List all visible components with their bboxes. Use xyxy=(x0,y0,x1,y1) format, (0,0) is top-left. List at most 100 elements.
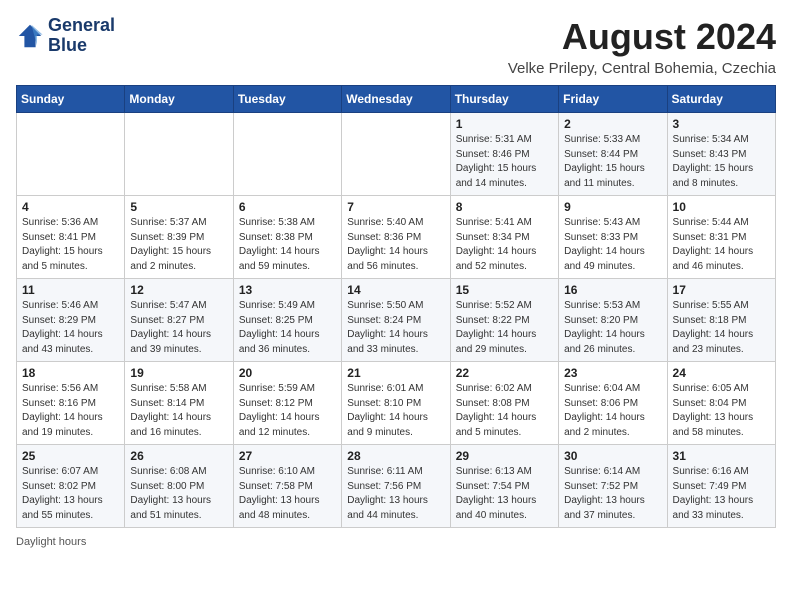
day-info: Sunrise: 5:56 AM Sunset: 8:16 PM Dayligh… xyxy=(22,382,119,440)
day-info: Sunrise: 5:40 AM Sunset: 8:36 PM Dayligh… xyxy=(347,216,444,274)
week-row-5: 25 Sunrise: 6:07 AM Sunset: 8:02 PM Dayli… xyxy=(17,445,776,528)
day-number: 30 xyxy=(564,449,661,463)
day-number: 12 xyxy=(130,283,227,297)
main-title: August 2024 xyxy=(508,16,776,58)
day-info: Sunrise: 5:38 AM Sunset: 8:38 PM Dayligh… xyxy=(239,216,336,274)
cell-week1-day1 xyxy=(17,113,125,196)
day-number: 11 xyxy=(22,283,119,297)
day-number: 7 xyxy=(347,200,444,214)
day-number: 15 xyxy=(456,283,553,297)
cell-week2-day6: 9Sunrise: 5:43 AM Sunset: 8:33 PM Daylig… xyxy=(559,196,667,279)
day-number: 22 xyxy=(456,366,553,380)
cell-week5-day2: 26 Sunrise: 6:08 AM Sunset: 8:00 PM Dayli… xyxy=(125,445,233,528)
day-info: Sunrise: 5:59 AM Sunset: 8:12 PM Dayligh… xyxy=(239,382,336,440)
header-wednesday: Wednesday xyxy=(342,86,450,113)
day-info: Sunrise: 6:07 AM Sunset: 8:02 PM Dayligh… xyxy=(22,465,119,523)
week-row-1: 1Sunrise: 5:31 AM Sunset: 8:46 PM Daylig… xyxy=(17,113,776,196)
day-info: Sunrise: 6:08 AM Sunset: 8:00 PM Dayligh… xyxy=(130,465,227,523)
header-tuesday: Tuesday xyxy=(233,86,341,113)
day-info: Sunrise: 5:43 AM Sunset: 8:33 PM Dayligh… xyxy=(564,216,661,274)
day-info: Sunrise: 6:02 AM Sunset: 8:08 PM Dayligh… xyxy=(456,382,553,440)
cell-week2-day4: 7 Sunrise: 5:40 AM Sunset: 8:36 PM Daylig… xyxy=(342,196,450,279)
logo-text: General Blue xyxy=(48,16,115,56)
week-row-2: 4Sunrise: 5:36 AM Sunset: 8:41 PM Daylig… xyxy=(17,196,776,279)
title-block: August 2024 Velke Prilepy, Central Bohem… xyxy=(508,16,776,77)
day-number: 8 xyxy=(456,200,553,214)
day-number: 10 xyxy=(673,200,770,214)
day-info: Sunrise: 6:14 AM Sunset: 7:52 PM Dayligh… xyxy=(564,465,661,523)
day-info: Sunrise: 6:01 AM Sunset: 8:10 PM Dayligh… xyxy=(347,382,444,440)
day-number: 27 xyxy=(239,449,336,463)
day-number: 31 xyxy=(673,449,770,463)
header-friday: Friday xyxy=(559,86,667,113)
day-info: Sunrise: 5:33 AM Sunset: 8:44 PM Dayligh… xyxy=(564,133,661,191)
day-number: 6 xyxy=(239,200,336,214)
cell-week3-day7: 17Sunrise: 5:55 AM Sunset: 8:18 PM Dayli… xyxy=(667,279,775,362)
cell-week5-day4: 28 Sunrise: 6:11 AM Sunset: 7:56 PM Dayli… xyxy=(342,445,450,528)
cell-week1-day4 xyxy=(342,113,450,196)
cell-week1-day6: 2Sunrise: 5:33 AM Sunset: 8:44 PM Daylig… xyxy=(559,113,667,196)
day-number: 24 xyxy=(673,366,770,380)
cell-week2-day3: 6 Sunrise: 5:38 AM Sunset: 8:38 PM Daylig… xyxy=(233,196,341,279)
header-monday: Monday xyxy=(125,86,233,113)
day-info: Sunrise: 6:04 AM Sunset: 8:06 PM Dayligh… xyxy=(564,382,661,440)
day-info: Sunrise: 5:41 AM Sunset: 8:34 PM Dayligh… xyxy=(456,216,553,274)
day-number: 28 xyxy=(347,449,444,463)
day-info: Sunrise: 5:52 AM Sunset: 8:22 PM Dayligh… xyxy=(456,299,553,357)
day-info: Sunrise: 5:44 AM Sunset: 8:31 PM Dayligh… xyxy=(673,216,770,274)
header-saturday: Saturday xyxy=(667,86,775,113)
cell-week2-day1: 4Sunrise: 5:36 AM Sunset: 8:41 PM Daylig… xyxy=(17,196,125,279)
cell-week4-day5: 22 Sunrise: 6:02 AM Sunset: 8:08 PM Dayli… xyxy=(450,362,558,445)
cell-week4-day7: 24 Sunrise: 6:05 AM Sunset: 8:04 PM Dayli… xyxy=(667,362,775,445)
cell-week3-day6: 16Sunrise: 5:53 AM Sunset: 8:20 PM Dayli… xyxy=(559,279,667,362)
day-info: Sunrise: 6:05 AM Sunset: 8:04 PM Dayligh… xyxy=(673,382,770,440)
cell-week4-day2: 19Sunrise: 5:58 AM Sunset: 8:14 PM Dayli… xyxy=(125,362,233,445)
header-row: SundayMondayTuesdayWednesdayThursdayFrid… xyxy=(17,86,776,113)
week-row-3: 11Sunrise: 5:46 AM Sunset: 8:29 PM Dayli… xyxy=(17,279,776,362)
cell-week3-day4: 14Sunrise: 5:50 AM Sunset: 8:24 PM Dayli… xyxy=(342,279,450,362)
day-info: Sunrise: 6:16 AM Sunset: 7:49 PM Dayligh… xyxy=(673,465,770,523)
cell-week3-day2: 12 Sunrise: 5:47 AM Sunset: 8:27 PM Dayli… xyxy=(125,279,233,362)
header-thursday: Thursday xyxy=(450,86,558,113)
week-row-4: 18 Sunrise: 5:56 AM Sunset: 8:16 PM Dayli… xyxy=(17,362,776,445)
footer-note: Daylight hours xyxy=(16,536,776,548)
cell-week3-day3: 13Sunrise: 5:49 AM Sunset: 8:25 PM Dayli… xyxy=(233,279,341,362)
cell-week3-day5: 15 Sunrise: 5:52 AM Sunset: 8:22 PM Dayli… xyxy=(450,279,558,362)
day-number: 21 xyxy=(347,366,444,380)
cell-week1-day3 xyxy=(233,113,341,196)
cell-week4-day3: 20 Sunrise: 5:59 AM Sunset: 8:12 PM Dayli… xyxy=(233,362,341,445)
calendar-table: SundayMondayTuesdayWednesdayThursdayFrid… xyxy=(16,85,776,528)
day-number: 18 xyxy=(22,366,119,380)
day-info: Sunrise: 5:47 AM Sunset: 8:27 PM Dayligh… xyxy=(130,299,227,357)
day-number: 25 xyxy=(22,449,119,463)
subtitle: Velke Prilepy, Central Bohemia, Czechia xyxy=(508,60,776,77)
day-info: Sunrise: 6:11 AM Sunset: 7:56 PM Dayligh… xyxy=(347,465,444,523)
day-number: 3 xyxy=(673,117,770,131)
day-info: Sunrise: 5:36 AM Sunset: 8:41 PM Dayligh… xyxy=(22,216,119,274)
day-info: Sunrise: 6:10 AM Sunset: 7:58 PM Dayligh… xyxy=(239,465,336,523)
cell-week5-day6: 30 Sunrise: 6:14 AM Sunset: 7:52 PM Dayli… xyxy=(559,445,667,528)
cell-week2-day5: 8 Sunrise: 5:41 AM Sunset: 8:34 PM Daylig… xyxy=(450,196,558,279)
cell-week2-day7: 10 Sunrise: 5:44 AM Sunset: 8:31 PM Dayli… xyxy=(667,196,775,279)
cell-week4-day4: 21 Sunrise: 6:01 AM Sunset: 8:10 PM Dayli… xyxy=(342,362,450,445)
day-number: 23 xyxy=(564,366,661,380)
cell-week1-day2 xyxy=(125,113,233,196)
day-number: 19 xyxy=(130,366,227,380)
logo-icon xyxy=(16,22,44,50)
day-info: Sunrise: 5:37 AM Sunset: 8:39 PM Dayligh… xyxy=(130,216,227,274)
day-info: Sunrise: 5:34 AM Sunset: 8:43 PM Dayligh… xyxy=(673,133,770,191)
cell-week5-day1: 25 Sunrise: 6:07 AM Sunset: 8:02 PM Dayli… xyxy=(17,445,125,528)
day-number: 29 xyxy=(456,449,553,463)
day-number: 5 xyxy=(130,200,227,214)
day-number: 17 xyxy=(673,283,770,297)
calendar-body: 1Sunrise: 5:31 AM Sunset: 8:46 PM Daylig… xyxy=(17,113,776,528)
day-number: 14 xyxy=(347,283,444,297)
day-number: 20 xyxy=(239,366,336,380)
day-info: Sunrise: 5:31 AM Sunset: 8:46 PM Dayligh… xyxy=(456,133,553,191)
day-info: Sunrise: 5:49 AM Sunset: 8:25 PM Dayligh… xyxy=(239,299,336,357)
cell-week5-day3: 27 Sunrise: 6:10 AM Sunset: 7:58 PM Dayli… xyxy=(233,445,341,528)
cell-week1-day5: 1Sunrise: 5:31 AM Sunset: 8:46 PM Daylig… xyxy=(450,113,558,196)
day-number: 26 xyxy=(130,449,227,463)
day-number: 16 xyxy=(564,283,661,297)
page-header: General Blue August 2024 Velke Prilepy, … xyxy=(16,16,776,77)
